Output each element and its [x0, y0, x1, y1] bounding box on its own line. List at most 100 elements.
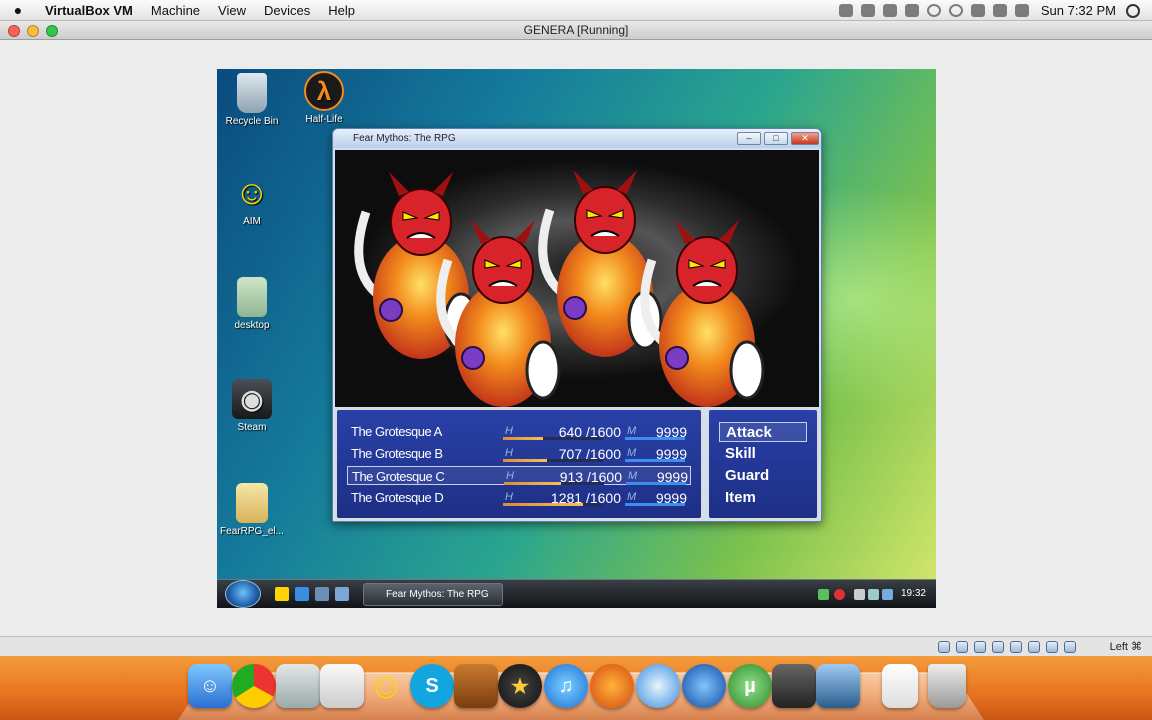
tray-network-icon[interactable] — [818, 589, 829, 600]
mp-label: M — [627, 425, 637, 437]
apple-menu-icon[interactable]: ● — [0, 2, 36, 18]
hp-label: H — [505, 491, 513, 503]
game-window-title-bar[interactable]: Fear Mythos: The RPG – □ ✕ — [333, 129, 821, 148]
desktop-icon-steam[interactable]: ◉ Steam — [217, 379, 287, 433]
safari-icon[interactable] — [636, 664, 680, 708]
half-life-icon: λ — [304, 71, 344, 111]
finder-icon[interactable]: ☺ — [188, 664, 232, 708]
command-skill[interactable]: Skill — [719, 444, 807, 464]
shield-icon — [729, 340, 765, 400]
utorrent-icon[interactable]: µ — [728, 664, 772, 708]
virtualbox-screen-icon[interactable] — [816, 664, 860, 708]
enemy-name: The Grotesque A — [351, 424, 442, 439]
switch-windows-icon[interactable] — [335, 587, 349, 601]
host-key-indicator[interactable]: Left ⌘ — [1110, 640, 1142, 653]
enemy-name: The Grotesque C — [352, 469, 445, 484]
folder-icon — [236, 483, 268, 523]
vm-window-title-bar: GENERA [Running] — [0, 21, 1152, 40]
google-drive-icon[interactable] — [882, 4, 897, 17]
tray-security-icon[interactable] — [834, 589, 845, 600]
menu-bar-status-area: Sun 7:32 PM — [835, 0, 1152, 21]
menu-devices[interactable]: Devices — [255, 3, 319, 18]
enemy-row-c[interactable]: The Grotesque C H 913 /1600 M 9999 — [347, 466, 691, 485]
taskbar-button-fear-mythos[interactable]: Fear Mythos: The RPG — [363, 583, 503, 606]
show-desktop-icon[interactable] — [315, 587, 329, 601]
textedit-icon[interactable] — [320, 664, 364, 708]
optical-drive-icon[interactable] — [956, 641, 968, 653]
hard-disk-icon[interactable] — [938, 641, 950, 653]
virtualization-icon[interactable] — [1064, 641, 1076, 653]
aim-icon: ☺ — [234, 173, 270, 212]
bluetooth-icon[interactable] — [970, 4, 985, 17]
command-item[interactable]: Item — [719, 488, 807, 508]
document-stack-icon[interactable] — [882, 664, 918, 708]
hp-value: 640 /1600 — [558, 424, 621, 440]
battle-scene-graphics — [354, 170, 765, 407]
taskbar-clock[interactable]: 19:32 — [901, 588, 926, 599]
grotesque-monster[interactable] — [538, 170, 663, 357]
garageband-icon[interactable] — [454, 664, 498, 708]
maximize-button[interactable]: □ — [764, 132, 788, 145]
taskbar-button-label: Fear Mythos: The RPG — [386, 589, 489, 600]
desktop-icon-aim[interactable]: ☺ AIM — [217, 173, 287, 228]
menu-view[interactable]: View — [209, 3, 255, 18]
tray-volume-icon[interactable] — [868, 589, 879, 600]
desktop-icon-label: Recycle Bin — [225, 116, 279, 127]
claw-hand — [665, 346, 689, 370]
enemy-row-a[interactable]: The Grotesque A H 640 /1600 M 9999 — [347, 422, 691, 441]
firefox-icon[interactable] — [590, 664, 634, 708]
itunes-icon[interactable]: ♫ — [544, 664, 588, 708]
camera-icon[interactable] — [838, 4, 853, 17]
command-attack[interactable]: Attack — [719, 422, 807, 442]
usb-icon[interactable] — [1010, 641, 1022, 653]
enemy-row-d[interactable]: The Grotesque D H 1281 /1600 M 9999 — [347, 488, 691, 507]
wifi-icon[interactable] — [926, 4, 941, 17]
mp-label: M — [628, 470, 638, 482]
bluetooth-app-icon[interactable] — [860, 4, 875, 17]
zoom-window-button[interactable] — [46, 25, 58, 37]
desktop-icon-desktop[interactable]: desktop — [217, 277, 287, 331]
time-machine-icon[interactable] — [948, 4, 963, 17]
internet-explorer-icon[interactable] — [295, 587, 309, 601]
aim-quicklaunch-icon[interactable] — [275, 587, 289, 601]
battery-icon[interactable] — [1014, 4, 1029, 17]
demon-head — [472, 236, 534, 304]
minimize-button[interactable]: – — [737, 132, 761, 145]
mp-value: 9999 — [656, 469, 688, 485]
google-earth-icon[interactable] — [682, 664, 726, 708]
tray-usb-icon[interactable] — [854, 589, 865, 600]
desktop-icon-recycle-bin[interactable]: Recycle Bin — [217, 73, 287, 127]
aim-dock-icon[interactable]: ☺ — [364, 664, 408, 708]
enemy-row-b[interactable]: The Grotesque B H 707 /1600 M 9999 — [347, 444, 691, 463]
command-guard[interactable]: Guard — [719, 466, 807, 486]
menu-machine[interactable]: Machine — [142, 3, 209, 18]
trash-icon[interactable] — [928, 664, 966, 708]
close-window-button[interactable] — [8, 25, 20, 37]
tray-display-icon[interactable] — [882, 589, 893, 600]
mac-menu-bar: ● VirtualBox VM Machine View Devices Hel… — [0, 0, 1152, 21]
menu-bar-clock[interactable]: Sun 7:32 PM — [1033, 3, 1126, 18]
shared-folders-icon[interactable] — [1028, 641, 1040, 653]
chrome-icon[interactable] — [232, 664, 276, 708]
dropbox-icon[interactable] — [904, 4, 919, 17]
menu-help[interactable]: Help — [319, 3, 364, 18]
steam-icon: ◉ — [232, 379, 272, 419]
hp-value: 1281 /1600 — [550, 490, 621, 506]
desktop-icon-fearrpg-folder[interactable]: FearRPG_el... — [217, 483, 287, 537]
mp-label: M — [627, 491, 637, 503]
mouse-integration-icon[interactable] — [1046, 641, 1058, 653]
desktop-icon-half-life[interactable]: λ Half-Life — [289, 71, 359, 125]
volume-icon[interactable] — [992, 4, 1007, 17]
imovie-star-icon[interactable]: ★ — [498, 664, 542, 708]
start-orb-button[interactable] — [225, 580, 261, 608]
minimize-window-button[interactable] — [27, 25, 39, 37]
movie-clapper-icon[interactable] — [772, 664, 816, 708]
grotesque-monster[interactable] — [640, 220, 765, 407]
menu-virtualbox-vm[interactable]: VirtualBox VM — [36, 3, 142, 18]
close-button[interactable]: ✕ — [791, 132, 819, 145]
skype-icon[interactable]: S — [410, 664, 454, 708]
preview-icon[interactable] — [276, 664, 320, 708]
spotlight-search-icon[interactable] — [1126, 3, 1140, 18]
audio-icon[interactable] — [974, 641, 986, 653]
network-icon[interactable] — [992, 641, 1004, 653]
